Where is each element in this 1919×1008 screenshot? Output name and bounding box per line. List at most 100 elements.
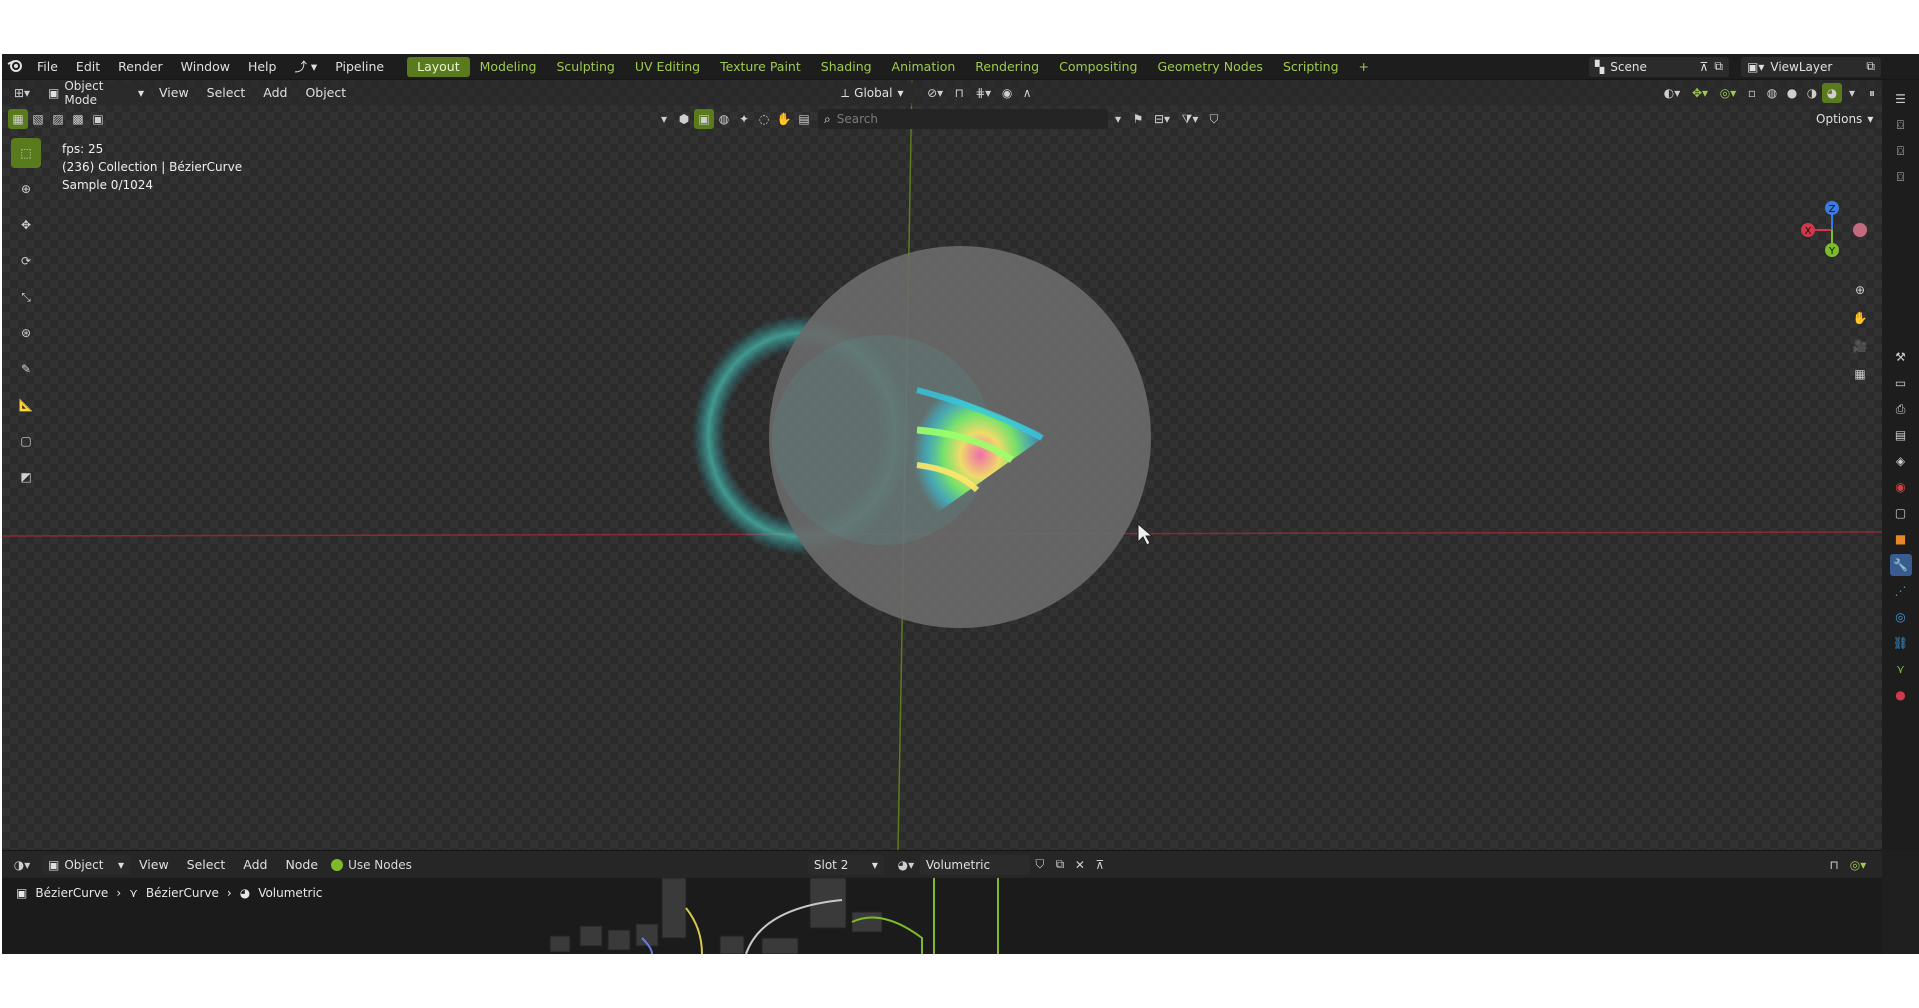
visibility-icon[interactable]: ◐▾	[1658, 83, 1686, 103]
node-editor-canvas[interactable]: ▣ BézierCurve › ⋎ BézierCurve › ◕ Volume…	[2, 878, 1882, 954]
material-shading-icon[interactable]: ◑	[1802, 83, 1822, 103]
tab-layout[interactable]: Layout	[407, 56, 470, 77]
snap-node-icon[interactable]: ⊓	[1824, 855, 1844, 875]
image-filter-icon[interactable]: ▤	[794, 109, 814, 129]
proportional-edit-icon[interactable]: ◉	[997, 83, 1017, 103]
select-intersect-icon[interactable]: ▣	[88, 109, 108, 129]
camera-view-icon[interactable]: 🎥	[1850, 336, 1870, 356]
pause-render-icon[interactable]: ⏸	[1862, 83, 1882, 103]
menu-window[interactable]: Window	[172, 56, 239, 78]
duplicate-material-icon[interactable]: ⧉	[1050, 855, 1070, 875]
snap-target-icon[interactable]: ⋕▾	[969, 83, 997, 103]
select-extend-icon[interactable]: ▧	[28, 109, 48, 129]
menu-help[interactable]: Help	[239, 56, 286, 78]
annotate-tool-icon[interactable]: ✎	[11, 354, 41, 384]
material-browse-icon[interactable]: ◕▾	[892, 855, 920, 875]
modifier-props-icon[interactable]: 🔧	[1889, 554, 1912, 576]
scale-tool-icon[interactable]: ⤡	[11, 282, 41, 312]
falloff-icon[interactable]: ∧	[1017, 83, 1037, 103]
light-filter-icon[interactable]: ✦	[734, 109, 754, 129]
select-invert-icon[interactable]: ▩	[68, 109, 88, 129]
cursor-tool-icon[interactable]: ⊕	[11, 174, 41, 204]
orientation-selector[interactable]: ⟂ Global ▾	[835, 83, 916, 103]
select-new-icon[interactable]: ▦	[8, 109, 28, 129]
tool-settings-icon[interactable]: ⚒	[1890, 346, 1912, 368]
unlink-material-icon[interactable]: ✕	[1070, 855, 1090, 875]
pan-hand-icon[interactable]: ✋	[1850, 308, 1870, 328]
move-tool-icon[interactable]: ✥	[11, 210, 41, 240]
render-props-icon[interactable]: ▭	[1890, 372, 1912, 394]
hand-filter-icon[interactable]: ✋	[774, 109, 794, 129]
shield-icon[interactable]: ⛉	[1204, 109, 1224, 129]
shading-options-icon[interactable]: ▾	[1842, 83, 1862, 103]
menu-edit[interactable]: Edit	[67, 56, 109, 78]
menu-file[interactable]: File	[28, 56, 67, 78]
tab-compositing[interactable]: Compositing	[1049, 57, 1147, 77]
snap-icon[interactable]: ⊓	[949, 83, 969, 103]
physics-props-icon[interactable]: ◎	[1890, 606, 1912, 628]
3d-viewport[interactable]	[2, 80, 1882, 850]
tab-shading[interactable]: Shading	[811, 57, 882, 77]
camera-icon-2[interactable]: ⌼	[1890, 140, 1912, 162]
constraints-props-icon[interactable]: ⛓	[1890, 632, 1912, 654]
rotate-tool-icon[interactable]: ⟳	[11, 246, 41, 276]
shader-type-selector[interactable]: ▣ Object ▾	[42, 854, 130, 875]
overlay-toggle-icon[interactable]: ◎▾	[1714, 83, 1742, 103]
export-icon[interactable]: ⤴ ▾	[285, 56, 326, 78]
world-props-icon[interactable]: ◉	[1890, 476, 1912, 498]
measure-tool-icon[interactable]: 📐	[11, 390, 41, 420]
select-box-tool-icon[interactable]: ⬚	[11, 138, 41, 168]
camera-icon-3[interactable]: ⌼	[1890, 166, 1912, 188]
ortho-grid-icon[interactable]: ▦	[1850, 364, 1870, 384]
navigation-gizmo[interactable]: Z X Y	[1782, 194, 1882, 274]
mode-selector[interactable]: ▣ Object Mode ▾	[42, 79, 150, 107]
slot-selector[interactable]: Slot 2 ▾	[807, 854, 884, 875]
menu-render[interactable]: Render	[109, 56, 172, 78]
object-filter-icon[interactable]: ▣	[694, 109, 714, 129]
editor-type-icon[interactable]: ⊞▾	[8, 83, 36, 103]
add-cube-tool-icon[interactable]: ▢	[11, 426, 41, 456]
rendered-shading-icon[interactable]: ◕	[1822, 83, 1842, 103]
fake-user-icon[interactable]: ⛉	[1030, 855, 1050, 875]
object-props-icon[interactable]: ■	[1890, 528, 1912, 550]
pin-node-tree-icon[interactable]: ⊼	[1090, 855, 1110, 875]
material-props-icon[interactable]: ●	[1890, 684, 1912, 706]
world-filter-icon[interactable]: ◌	[754, 109, 774, 129]
node-menu-node[interactable]: Node	[276, 854, 327, 876]
use-nodes-toggle[interactable]: Use Nodes	[331, 858, 412, 872]
add-workspace-button[interactable]: +	[1349, 57, 1379, 77]
tab-animation[interactable]: Animation	[882, 57, 966, 77]
pivot-icon[interactable]: ⊘▾	[921, 83, 949, 103]
display-mode-icon[interactable]: ⊟▾	[1148, 109, 1176, 129]
outliner-icon[interactable]: ☰	[1890, 88, 1912, 110]
transform-tool-icon[interactable]: ⊛	[11, 318, 41, 348]
menu-object[interactable]: Object	[296, 82, 355, 104]
mesh-filter-icon[interactable]: ⬢	[674, 109, 694, 129]
pin-icon[interactable]: ⊼	[1700, 60, 1709, 74]
tab-sculpting[interactable]: Sculpting	[547, 57, 625, 77]
select-subtract-icon[interactable]: ▨	[48, 109, 68, 129]
solid-shading-icon[interactable]: ●	[1782, 83, 1802, 103]
viewlayer-selector[interactable]: ▣▾ ViewLayer ⧉	[1741, 56, 1881, 77]
tab-texture-paint[interactable]: Texture Paint	[710, 57, 811, 77]
node-menu-add[interactable]: Add	[234, 854, 276, 876]
tab-rendering[interactable]: Rendering	[965, 57, 1049, 77]
search-chevron-icon[interactable]: ▾	[1108, 109, 1128, 129]
copy-icon[interactable]: ⧉	[1714, 59, 1723, 74]
node-overlay-icon[interactable]: ◎▾	[1844, 855, 1872, 875]
node-editor-type-icon[interactable]: ◑▾	[8, 855, 36, 875]
blender-logo-icon[interactable]	[2, 58, 28, 76]
menu-add[interactable]: Add	[254, 82, 296, 104]
menu-pipeline[interactable]: Pipeline	[326, 56, 393, 78]
bookmark-icon[interactable]: ⚑	[1128, 109, 1148, 129]
data-props-icon[interactable]: ⋎	[1890, 658, 1912, 680]
output-props-icon[interactable]: ⎙	[1890, 398, 1912, 420]
scene-selector[interactable]: ▚ Scene ⊼ ⧉	[1589, 56, 1729, 77]
tab-scripting[interactable]: Scripting	[1273, 57, 1349, 77]
zoom-icon[interactable]: ⊕	[1850, 280, 1870, 300]
menu-view[interactable]: View	[150, 82, 198, 104]
gizmo-toggle-icon[interactable]: ✥▾	[1686, 83, 1714, 103]
filter-chevron-icon[interactable]: ▾	[654, 109, 674, 129]
shear-tool-icon[interactable]: ◩	[11, 462, 41, 492]
filter-funnel-icon[interactable]: ⧩▾	[1176, 109, 1204, 129]
